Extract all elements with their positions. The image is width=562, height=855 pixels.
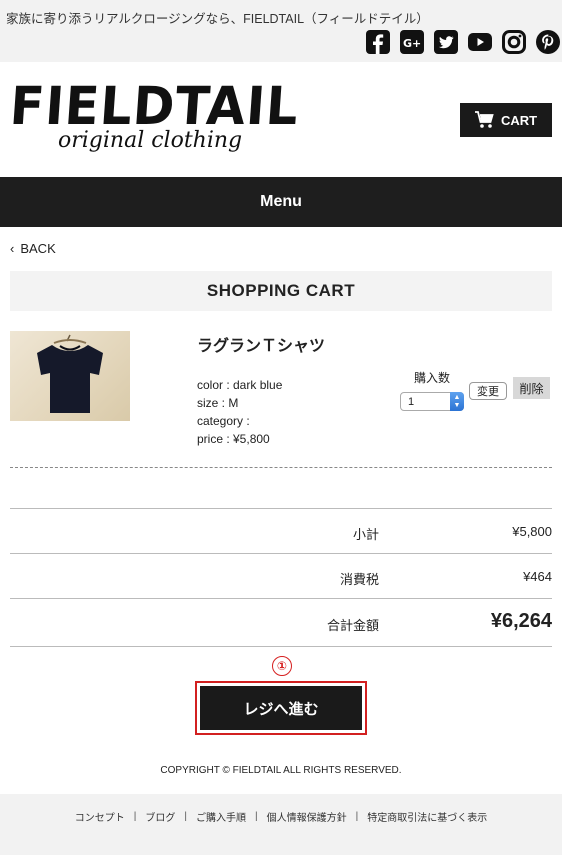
chevron-left-icon: ‹	[10, 241, 15, 256]
product-category: category :	[197, 414, 250, 428]
footer-separator: |	[355, 811, 359, 822]
site-footer: コンセプト | ブログ | ご購入手順 | 個人情報保護方針 | 特定商取引法に…	[0, 794, 562, 855]
footer-link-concept[interactable]: コンセプト	[75, 809, 125, 824]
footer-link-legal-notice[interactable]: 特定商取引法に基づく表示	[367, 809, 487, 824]
delete-button[interactable]: 削除	[513, 377, 550, 399]
footer-separator: |	[184, 811, 187, 822]
product-price: price : ¥5,800	[197, 432, 270, 446]
google-plus-icon[interactable]: G+	[400, 30, 424, 54]
product-name[interactable]: ラグランＴシャツ	[197, 332, 325, 356]
footer-link-privacy-policy[interactable]: 個人情報保護方針	[267, 809, 347, 824]
footer-link-blog[interactable]: ブログ	[145, 809, 175, 824]
product-color: color : dark blue	[197, 378, 283, 392]
menu-button[interactable]: Menu	[0, 177, 562, 227]
subtotal-label: 小計	[352, 527, 379, 542]
top-bar: 家族に寄り添うリアルクロージングなら、FIELDTAIL（フィールドテイル） G…	[0, 0, 562, 62]
change-button[interactable]: 変更	[469, 382, 507, 400]
cart-button[interactable]: CART	[460, 103, 552, 137]
quantity-value: 1	[408, 395, 415, 408]
select-arrows-icon: ▲ ▼	[450, 392, 464, 411]
footer-links: コンセプト | ブログ | ご購入手順 | 個人情報保護方針 | 特定商取引法に…	[0, 809, 562, 824]
site-logo[interactable]: FIELDTAIL original clothing	[8, 76, 301, 160]
menu-label: Menu	[260, 193, 302, 210]
order-totals: 小計 ¥5,800 消費税 ¥464 合計金額 ¥6,264	[10, 508, 552, 647]
youtube-icon[interactable]	[468, 30, 492, 54]
cart-icon	[474, 111, 494, 128]
facebook-icon[interactable]	[366, 30, 390, 54]
total-label: 合計金額	[326, 618, 379, 633]
logo-subtitle: original clothing	[58, 128, 243, 153]
page-title: SHOPPING CART	[10, 271, 552, 311]
copyright: COPYRIGHT © FIELDTAIL ALL RIGHTS RESERVE…	[160, 765, 402, 776]
quantity-select[interactable]: 1 ▲ ▼	[400, 392, 464, 411]
instagram-icon[interactable]	[502, 30, 526, 54]
checkout-button[interactable]: レジへ進む	[200, 686, 362, 730]
product-attributes: color : dark blue size : M category : pr…	[197, 376, 282, 448]
site-tagline: 家族に寄り添うリアルクロージングなら、FIELDTAIL（フィールドテイル）	[6, 12, 429, 26]
back-label: BACK	[20, 241, 56, 256]
footer-separator: |	[255, 811, 258, 822]
total-row: 合計金額 ¥6,264	[10, 599, 552, 647]
svg-text:G+: G+	[403, 37, 421, 50]
tax-value: ¥464	[523, 569, 552, 584]
logo-wordmark: FIELDTAIL	[8, 75, 301, 137]
twitter-icon[interactable]	[434, 30, 458, 54]
annotation-marker: ①	[272, 656, 292, 676]
social-links: G+	[366, 30, 560, 54]
site-header: FIELDTAIL original clothing CART	[0, 62, 562, 177]
back-link[interactable]: ‹ BACK	[10, 241, 56, 256]
footer-link-purchase-guide[interactable]: ご購入手順	[196, 809, 246, 824]
subtotal-row: 小計 ¥5,800	[10, 509, 552, 554]
cart-item: ラグランＴシャツ color : dark blue size : M cate…	[10, 330, 552, 468]
pinterest-icon[interactable]	[536, 30, 560, 54]
footer-separator: |	[133, 811, 137, 822]
t-shirt-image	[37, 334, 103, 413]
product-size: size : M	[197, 396, 239, 410]
product-thumbnail[interactable]	[10, 331, 130, 421]
tax-label: 消費税	[339, 572, 379, 587]
cart-label: CART	[500, 112, 538, 128]
subtotal-value: ¥5,800	[512, 524, 552, 539]
total-value: ¥6,264	[490, 610, 552, 632]
quantity-label: 購入数	[414, 371, 451, 385]
tax-row: 消費税 ¥464	[10, 554, 552, 599]
